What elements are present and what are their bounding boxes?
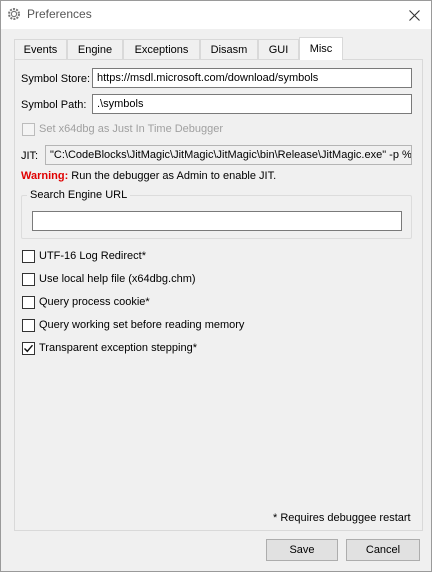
gear-icon xyxy=(7,7,21,21)
jit-warning: Warning: Run the debugger as Admin to en… xyxy=(21,170,276,182)
tab-gui[interactable]: GUI xyxy=(258,39,299,60)
cancel-button[interactable]: Cancel xyxy=(346,539,420,561)
title-bar: Preferences xyxy=(1,1,431,29)
preferences-window: Preferences Events Engine Exceptions Dis… xyxy=(0,0,432,572)
search-engine-label: Search Engine URL xyxy=(27,189,131,201)
jit-checkbox-label: Set x64dbg as Just In Time Debugger xyxy=(39,123,224,135)
transparent-exception-stepping-checkbox[interactable] xyxy=(22,342,35,355)
local-help-file-checkbox[interactable] xyxy=(22,273,35,286)
tab-exceptions[interactable]: Exceptions xyxy=(123,39,200,60)
tab-engine[interactable]: Engine xyxy=(67,39,123,60)
jit-input[interactable]: "C:\CodeBlocks\JitMagic\JitMagic\JitMagi… xyxy=(45,145,412,165)
symbol-path-input[interactable]: .\symbols xyxy=(92,94,412,114)
save-button[interactable]: Save xyxy=(266,539,338,561)
close-button[interactable] xyxy=(397,1,431,29)
window-title: Preferences xyxy=(27,7,92,21)
query-working-set-checkbox[interactable] xyxy=(22,319,35,332)
query-working-set-label: Query working set before reading memory xyxy=(39,319,245,331)
symbol-path-label: Symbol Path: xyxy=(21,99,87,111)
tab-disasm[interactable]: Disasm xyxy=(200,39,258,60)
transparent-exception-stepping-label: Transparent exception stepping* xyxy=(39,342,197,354)
close-icon xyxy=(408,9,420,21)
warning-word: Warning: xyxy=(21,170,69,182)
checkmark-icon xyxy=(24,344,34,353)
utf16-log-redirect-label: UTF-16 Log Redirect* xyxy=(39,250,146,262)
jit-label: JIT: xyxy=(21,150,39,162)
local-help-file-label: Use local help file (x64dbg.chm) xyxy=(39,273,196,285)
search-engine-input[interactable] xyxy=(32,211,402,231)
query-process-cookie-checkbox[interactable] xyxy=(22,296,35,309)
jit-checkbox[interactable] xyxy=(22,123,35,136)
symbol-store-label: Symbol Store: xyxy=(21,73,91,85)
utf16-log-redirect-checkbox[interactable] xyxy=(22,250,35,263)
tab-events[interactable]: Events xyxy=(14,39,67,60)
warning-text: Run the debugger as Admin to enable JIT. xyxy=(68,170,277,182)
symbol-store-input[interactable]: https://msdl.microsoft.com/download/symb… xyxy=(92,68,412,88)
restart-note: * Requires debuggee restart xyxy=(273,512,411,524)
query-process-cookie-label: Query process cookie* xyxy=(39,296,150,308)
tab-misc[interactable]: Misc xyxy=(299,37,343,60)
